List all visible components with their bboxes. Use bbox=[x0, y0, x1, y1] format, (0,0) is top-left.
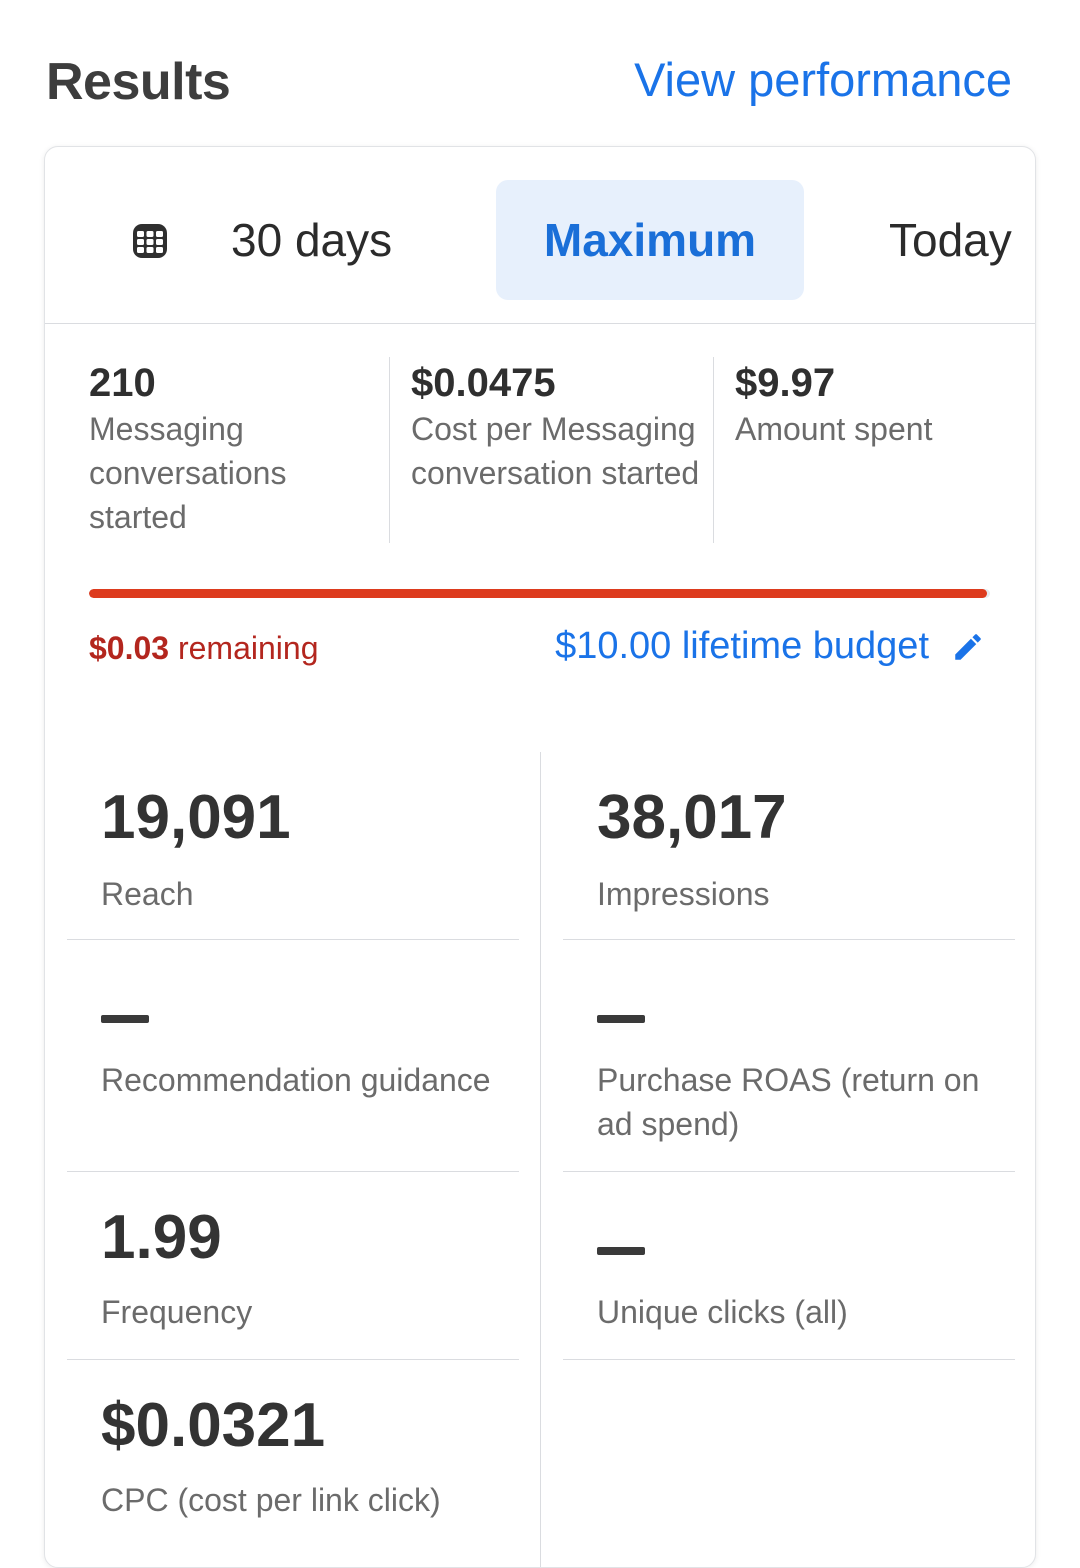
stat-label: Amount spent bbox=[735, 411, 933, 447]
summary-stat: $9.97 Amount spent bbox=[735, 357, 1015, 543]
metric-label: Impressions bbox=[597, 876, 770, 912]
metric-label: Purchase ROAS (return on ad spend) bbox=[597, 1062, 980, 1142]
metric-value: 38,017 bbox=[597, 783, 787, 852]
budget-progress-bar bbox=[89, 589, 990, 598]
metric-value: 1.99 bbox=[101, 1203, 222, 1272]
calendar-icon[interactable] bbox=[131, 222, 169, 260]
tab-maximum[interactable]: Maximum bbox=[496, 180, 804, 300]
metric-value: $0.0321 bbox=[101, 1391, 326, 1460]
metric-purchase-roas[interactable]: Purchase ROAS (return on ad spend) bbox=[563, 940, 1015, 1172]
metric-label: Frequency bbox=[101, 1294, 253, 1330]
metric-impressions[interactable]: 38,017 Impressions bbox=[563, 752, 1015, 940]
metric-unique-clicks[interactable]: Unique clicks (all) bbox=[563, 1172, 1015, 1360]
tab-30-days[interactable]: 30 days bbox=[231, 213, 392, 267]
metric-label: Reach bbox=[101, 876, 194, 912]
divider bbox=[389, 357, 390, 543]
metric-reach[interactable]: 19,091 Reach bbox=[67, 752, 519, 940]
pencil-icon bbox=[955, 633, 981, 660]
dash-placeholder bbox=[101, 1015, 149, 1023]
stat-label: Cost per Messaging conversation started bbox=[411, 411, 700, 491]
divider bbox=[563, 1359, 1015, 1360]
remaining-amount: $0.03 bbox=[89, 630, 170, 666]
divider bbox=[713, 357, 714, 543]
remaining-label: remaining bbox=[177, 630, 319, 666]
stat-value: 210 bbox=[89, 361, 156, 405]
metric-cpc[interactable]: $0.0321 CPC (cost per link click) bbox=[67, 1360, 519, 1560]
metric-value bbox=[597, 1242, 645, 1260]
results-card: 30 days Maximum Today 210 Messaging conv… bbox=[44, 146, 1036, 1568]
tab-today[interactable]: Today bbox=[889, 213, 1012, 267]
page-title: Results bbox=[46, 53, 231, 111]
summary-stat: $0.0475 Cost per Messaging conversation … bbox=[411, 357, 711, 543]
metric-value: 19,091 bbox=[101, 783, 291, 852]
view-performance-link[interactable]: View performance bbox=[634, 52, 1012, 107]
summary-stat: 210 Messaging conversations started bbox=[89, 357, 389, 543]
metric-recommendation-guidance[interactable]: Recommendation guidance bbox=[67, 940, 519, 1172]
metric-value bbox=[597, 1010, 645, 1028]
stat-label: Messaging conversations started bbox=[89, 411, 287, 535]
metric-label: Recommendation guidance bbox=[101, 1062, 491, 1098]
budget-progress-fill bbox=[89, 589, 988, 598]
metric-label: CPC (cost per link click) bbox=[101, 1482, 441, 1518]
dash-placeholder bbox=[597, 1015, 645, 1023]
metric-label: Unique clicks (all) bbox=[597, 1294, 848, 1330]
stat-value: $9.97 bbox=[735, 361, 836, 405]
date-range-tabs: 30 days Maximum Today bbox=[45, 147, 1035, 324]
metrics-grid: 19,091 Reach 38,017 Impressions Recommen… bbox=[67, 752, 1015, 1567]
lifetime-budget-label: $10.00 lifetime budget bbox=[555, 625, 929, 667]
edit-lifetime-budget-button[interactable]: $10.00 lifetime budget bbox=[555, 625, 985, 668]
metric-frequency[interactable]: 1.99 Frequency bbox=[67, 1172, 519, 1360]
metric-value bbox=[101, 1010, 149, 1028]
summary-stats: 210 Messaging conversations started $0.0… bbox=[45, 357, 1035, 547]
stat-value: $0.0475 bbox=[411, 361, 556, 405]
results-header: Results View performance bbox=[0, 0, 1080, 145]
budget-remaining: $0.03 remaining bbox=[89, 630, 318, 667]
dash-placeholder bbox=[597, 1247, 645, 1255]
divider bbox=[540, 752, 541, 1567]
